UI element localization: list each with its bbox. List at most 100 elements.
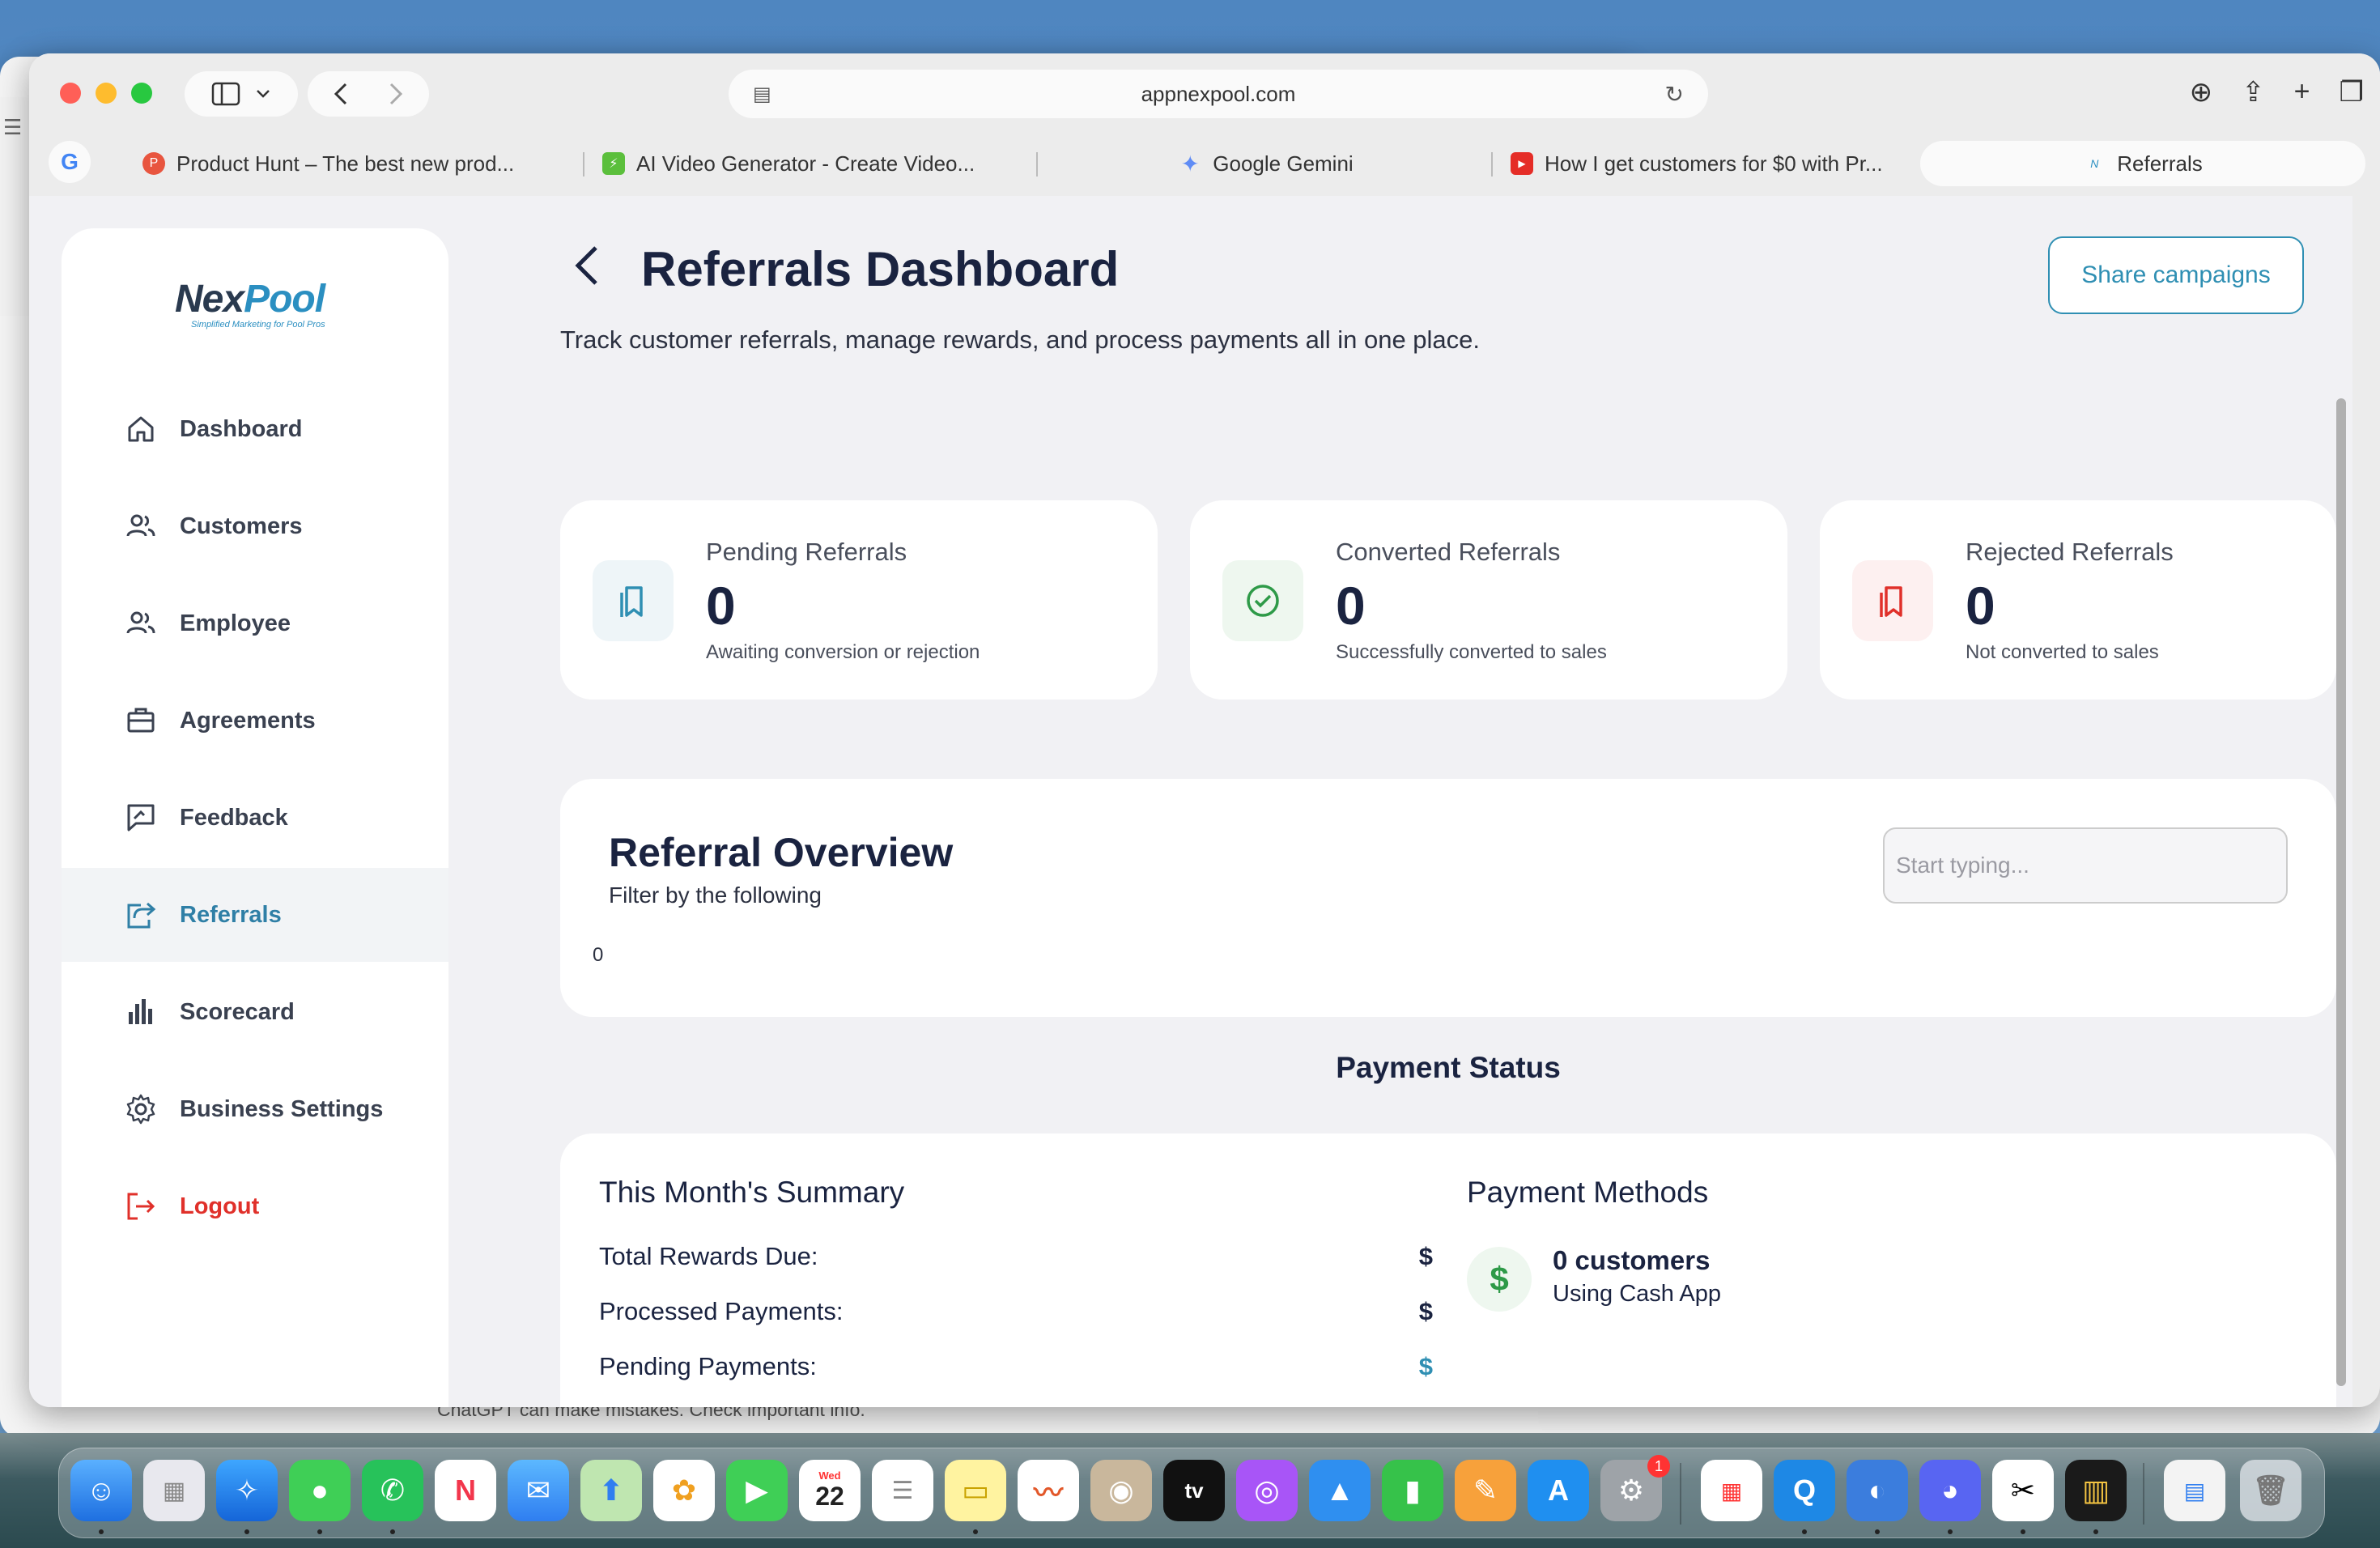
dock: ☺ ▦ ✧ ● ✆ N ✉ ⬆ ✿ ▶ Wed 22 ☰ ▭ 〰 ◉ tv ◎ … [58,1448,2325,1538]
stat-value: 0 [706,576,736,636]
stat-card-pending: Pending Referrals 0 Awaiting conversion … [560,500,1158,700]
launchpad-icon[interactable]: ▦ [143,1460,205,1521]
bar-chart-icon [125,996,157,1028]
back-icon[interactable] [333,82,349,106]
screen-recorder-icon[interactable]: ◐ [1847,1460,1908,1521]
pages-icon[interactable]: ✎ [1455,1460,1516,1521]
app-store-icon[interactable]: A [1528,1460,1589,1521]
facetime-icon[interactable]: ▶ [726,1460,788,1521]
browser-window: ▤ appnexpool.com ↻ ⊕ ⇪ + ❐ G P Product H… [29,53,2380,1407]
chevron-down-icon [257,90,270,98]
keka-icon[interactable]: ▥ [2065,1460,2127,1521]
podcasts-icon[interactable]: ◎ [1236,1460,1298,1521]
product-hunt-icon: P [142,152,165,175]
downloads-stack-icon[interactable]: ▤ [2164,1460,2225,1521]
nexpool-icon: N [2090,157,2099,170]
safari-icon[interactable]: ✧ [216,1460,278,1521]
capcut-icon[interactable]: ✂ [1992,1460,2054,1521]
toolbar-actions: ⊕ ⇪ + ❐ [2190,76,2364,108]
apple-tv-icon[interactable]: tv [1163,1460,1225,1521]
sidebar-item-logout[interactable]: Logout [62,1159,448,1253]
summary-row-label: Pending Payments: [599,1352,817,1380]
sidebar-item-label: Scorecard [180,998,295,1025]
main-content: Referrals Dashboard Track customer refer… [531,196,2336,1407]
sidebar-item-dashboard[interactable]: Dashboard [62,382,448,476]
whatsapp-icon[interactable]: ✆ [362,1460,423,1521]
minimize-window-button[interactable] [96,83,117,104]
sidebar-item-agreements[interactable]: Agreements [62,674,448,768]
address-bar[interactable]: ▤ appnexpool.com ↻ [729,70,1708,118]
home-icon [125,413,157,445]
site-settings-icon[interactable]: ▤ [753,83,771,106]
sidebar-item-label: Business Settings [180,1095,384,1122]
share-icon[interactable]: ⇪ [2242,76,2265,108]
tab-ai-video[interactable]: ⚡ AI Video Generator - Create Video... [586,141,1039,186]
numbers-icon[interactable]: ▮ [1382,1460,1443,1521]
payment-method-count: 0 customers [1553,1245,1711,1275]
downloads-icon[interactable]: ⊕ [2190,76,2213,108]
sidebar: NexPool Simplified Marketing for Pool Pr… [62,228,448,1407]
running-indicator [2093,1529,2098,1534]
scrollbar-thumb[interactable] [2336,398,2346,1386]
finder-icon[interactable]: ☺ [70,1460,132,1521]
close-window-button[interactable] [60,83,81,104]
keynote-icon[interactable]: ▲ [1309,1460,1371,1521]
messages-icon[interactable]: ● [289,1460,351,1521]
sidebar-item-business-settings[interactable]: Business Settings [62,1062,448,1156]
share-campaigns-button[interactable]: Share campaigns [2048,236,2304,314]
tab-youtube[interactable]: ▶ How I get customers for $0 with Pr... [1494,141,1948,186]
discord-icon[interactable]: ◕ [1919,1460,1981,1521]
calendar-date: 22 [815,1482,844,1511]
new-tab-icon[interactable]: + [2294,76,2310,108]
notes-icon[interactable]: ▭ [945,1460,1006,1521]
sidebar-item-feedback[interactable]: Feedback [62,771,448,865]
contacts-icon[interactable]: ◉ [1090,1460,1152,1521]
reload-icon[interactable]: ↻ [1665,81,1684,108]
tab-overview-icon[interactable]: ❐ [2340,76,2364,108]
gemini-icon: ✦ [1180,151,1201,176]
summary-title: This Month's Summary [599,1176,905,1209]
summary-row-value: $ [1418,1242,1433,1270]
tab-google-gemini[interactable]: ✦ Google Gemini [1039,141,1493,186]
forward-icon[interactable] [388,82,404,106]
search-input[interactable] [1883,827,2288,904]
running-indicator [317,1529,322,1534]
zoom-window-button[interactable] [131,83,152,104]
maps-icon[interactable]: ⬆ [580,1460,642,1521]
overview-count: 0 [593,944,604,966]
calendar-icon[interactable]: Wed 22 [799,1460,861,1521]
mail-icon[interactable]: ✉ [508,1460,569,1521]
share-icon [125,899,157,931]
browser-toolbar: ▤ appnexpool.com ↻ ⊕ ⇪ + ❐ [29,53,2380,134]
sidebar-toggle-button[interactable] [185,71,298,117]
summary-row-value: $ [1418,1352,1433,1380]
back-button[interactable] [572,243,601,292]
tab-referrals[interactable]: N Referrals [1920,141,2365,186]
tab-bar: G P Product Hunt – The best new prod... … [29,134,2380,191]
tab-product-hunt[interactable]: P Product Hunt – The best new prod... [126,141,580,186]
tab-title: How I get customers for $0 with Pr... [1545,151,1883,176]
sidebar-item-scorecard[interactable]: Scorecard [62,965,448,1059]
page-subtitle: Track customer referrals, manage rewards… [560,325,1481,354]
quicktime-icon[interactable]: Q [1774,1460,1835,1521]
dollar-icon: $ [1467,1247,1532,1312]
reminders-icon[interactable]: ☰ [872,1460,933,1521]
news-icon[interactable]: N [435,1460,496,1521]
spreadsheet-icon[interactable]: ▦ [1701,1460,1762,1521]
nexpool-logo[interactable]: NexPool Simplified Marketing for Pool Pr… [175,277,337,330]
sidebar-item-employee[interactable]: Employee [62,576,448,670]
feedback-icon [125,802,157,834]
sidebar-item-referrals[interactable]: Referrals [62,868,448,962]
google-icon[interactable]: G [49,141,91,183]
pending-icon-box [593,560,674,641]
running-indicator [1802,1529,1807,1534]
dock-divider [1680,1463,1681,1525]
sidebar-item-customers[interactable]: Customers [62,479,448,573]
photos-icon[interactable]: ✿ [653,1460,715,1521]
check-circle-icon [1247,585,1279,617]
freeform-icon[interactable]: 〰 [1018,1460,1079,1521]
summary-row-pending: Pending Payments: $ [599,1352,1433,1381]
summary-row-value: $ [1418,1297,1433,1325]
trash-icon[interactable]: 🗑 [2240,1460,2301,1521]
running-indicator [1875,1529,1880,1534]
